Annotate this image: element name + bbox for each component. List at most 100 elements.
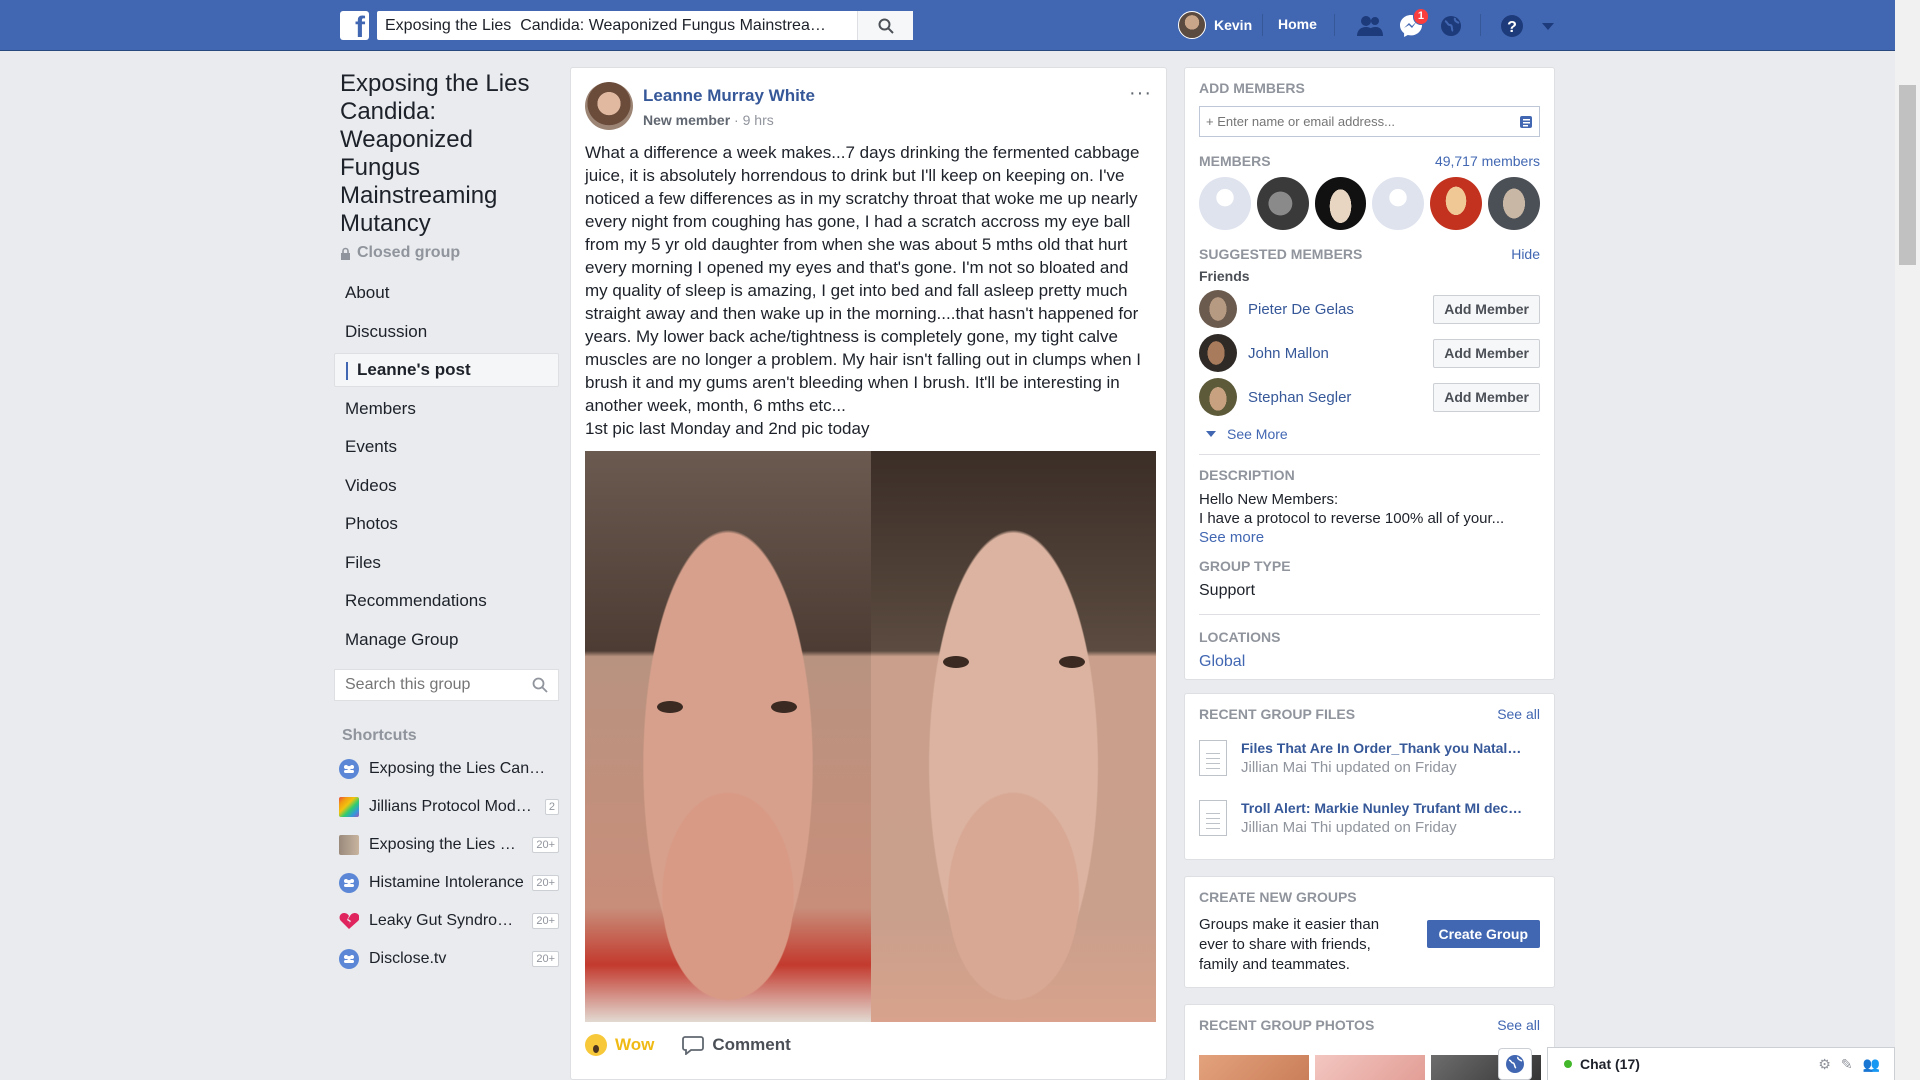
- contacts-book-icon[interactable]: [1519, 115, 1533, 129]
- group-title[interactable]: Exposing the Lies Candida: Weaponized Fu…: [340, 70, 559, 238]
- nav-events[interactable]: Events: [334, 430, 559, 464]
- files-heading: RECENT GROUP FILES: [1199, 706, 1356, 722]
- gear-icon[interactable]: ⚙: [1818, 1056, 1831, 1073]
- photos-see-all-link[interactable]: See all: [1497, 1017, 1540, 1033]
- member-avatar[interactable]: [1372, 177, 1425, 230]
- shortcut-count: 20+: [532, 950, 559, 967]
- member-avatar[interactable]: [1256, 177, 1309, 230]
- suggested-avatar[interactable]: [1199, 334, 1237, 372]
- create-group-button[interactable]: Create Group: [1426, 920, 1540, 948]
- hide-suggested-link[interactable]: Hide: [1511, 246, 1540, 262]
- group-photo-thumbnail[interactable]: [1199, 1055, 1309, 1080]
- suggested-avatar[interactable]: [1199, 290, 1237, 328]
- shortcut-item[interactable]: Histamine Intolerance 20+: [339, 869, 559, 897]
- post-photos: [585, 451, 1156, 1022]
- file-item[interactable]: Troll Alert: Markie Nunley Trufant MI de…: [1199, 800, 1540, 836]
- shortcut-count: 20+: [532, 836, 559, 853]
- post-author-block: Leanne Murray White New member · 9 hrs: [643, 82, 815, 130]
- friend-requests-icon[interactable]: [1356, 12, 1384, 40]
- member-avatar[interactable]: [1430, 177, 1483, 230]
- post-timestamp[interactable]: 9 hrs: [743, 112, 774, 128]
- add-members-input[interactable]: [1206, 114, 1506, 129]
- notifications-globe-icon[interactable]: [1437, 12, 1465, 40]
- post-header: Leanne Murray White New member · 9 hrs: [585, 82, 815, 130]
- suggested-name[interactable]: Stephan Segler: [1248, 389, 1351, 406]
- shortcut-item[interactable]: Jillians Protocol Mod… 2: [339, 793, 559, 821]
- post-photo-before[interactable]: [585, 451, 871, 1022]
- members-heading: MEMBERS: [1199, 153, 1271, 169]
- section-divider: [1199, 614, 1540, 615]
- nav-files[interactable]: Files: [334, 546, 559, 580]
- author-meta: New member · 9 hrs: [643, 112, 774, 128]
- account-menu-chevron-icon[interactable]: [1534, 12, 1562, 40]
- language-globe-button[interactable]: [1498, 1048, 1532, 1080]
- lock-icon: [341, 247, 350, 260]
- nav-current-post[interactable]: Leanne's post: [334, 353, 559, 387]
- file-title[interactable]: Files That Are In Order_Thank you Natal…: [1241, 740, 1531, 756]
- nav-divider: [1262, 14, 1263, 36]
- photo-detail: [771, 701, 797, 713]
- group-type-heading: GROUP TYPE: [1199, 558, 1291, 574]
- document-icon: [1199, 800, 1227, 836]
- nav-videos[interactable]: Videos: [334, 469, 559, 503]
- search-icon[interactable]: [532, 677, 548, 693]
- chat-sidebar-toggle[interactable]: Chat (17) ⚙ ✎ 👥: [1547, 1047, 1895, 1080]
- members-header: MEMBERS 49,717 members: [1199, 153, 1540, 169]
- page-scrollbar[interactable]: [1895, 0, 1920, 1080]
- suggested-member-row: Pieter De Gelas Add Member: [1199, 290, 1540, 328]
- add-member-button[interactable]: Add Member: [1433, 294, 1540, 324]
- shortcut-item[interactable]: Exposing the Lies … 20+: [339, 831, 559, 859]
- wow-reaction-button[interactable]: Wow: [585, 1034, 654, 1056]
- global-search-input[interactable]: [377, 11, 857, 40]
- nav-about[interactable]: About: [334, 276, 559, 310]
- file-item[interactable]: Files That Are In Order_Thank you Natal……: [1199, 740, 1540, 776]
- location-link[interactable]: Global: [1199, 653, 1540, 671]
- nav-manage-group[interactable]: Manage Group: [334, 623, 559, 657]
- author-name[interactable]: Leanne Murray White: [643, 86, 815, 106]
- member-avatar[interactable]: [1488, 177, 1540, 230]
- group-icon: [339, 872, 359, 893]
- members-count-link[interactable]: 49,717 members: [1435, 153, 1540, 169]
- nav-discussion[interactable]: Discussion: [334, 315, 559, 349]
- nav-recommendations[interactable]: Recommendations: [334, 584, 559, 618]
- suggested-name[interactable]: John Mallon: [1248, 345, 1329, 362]
- home-link[interactable]: Home: [1278, 16, 1317, 32]
- messenger-icon[interactable]: 1: [1397, 8, 1429, 40]
- file-title[interactable]: Troll Alert: Markie Nunley Trufant MI de…: [1241, 800, 1531, 816]
- post-options-icon[interactable]: ···: [1129, 82, 1152, 105]
- shortcut-item[interactable]: Leaky Gut Syndro… 20+: [339, 907, 559, 935]
- globe-icon: [1506, 1055, 1524, 1073]
- shortcut-count: 20+: [532, 874, 559, 891]
- compose-icon[interactable]: ✎: [1841, 1056, 1853, 1073]
- rainbow-icon: [339, 796, 359, 817]
- suggested-name[interactable]: Pieter De Gelas: [1248, 301, 1354, 318]
- help-icon[interactable]: ?: [1498, 12, 1526, 40]
- post-photo-after[interactable]: [870, 451, 1156, 1022]
- broken-heart-icon: [339, 911, 359, 931]
- member-avatar[interactable]: [1199, 177, 1251, 230]
- description-line: I have a protocol to reverse 100% all of…: [1199, 510, 1505, 527]
- facebook-logo-icon[interactable]: f: [340, 11, 369, 40]
- add-member-button[interactable]: Add Member: [1433, 338, 1540, 368]
- description-see-more-link[interactable]: See more: [1199, 529, 1540, 546]
- shortcut-item[interactable]: Exposing the Lies Cand…: [339, 755, 559, 783]
- member-avatar[interactable]: [1314, 177, 1367, 230]
- files-see-all-link[interactable]: See all: [1497, 706, 1540, 722]
- nav-photos[interactable]: Photos: [334, 507, 559, 541]
- group-photo-thumbnail[interactable]: [1315, 1055, 1425, 1080]
- see-more-suggested[interactable]: See More: [1199, 426, 1540, 442]
- search-button[interactable]: [857, 11, 913, 40]
- profile-link[interactable]: Kevin: [1178, 11, 1252, 39]
- add-member-button[interactable]: Add Member: [1433, 382, 1540, 412]
- comment-button[interactable]: Comment: [682, 1035, 791, 1055]
- nav-members[interactable]: Members: [334, 392, 559, 426]
- suggested-avatar[interactable]: [1199, 378, 1237, 416]
- scrollbar-thumb[interactable]: [1899, 85, 1916, 265]
- post-card: Leanne Murray White New member · 9 hrs ·…: [570, 67, 1167, 1080]
- new-group-chat-icon[interactable]: 👥: [1863, 1056, 1880, 1073]
- chat-tools: ⚙ ✎ 👥: [1818, 1056, 1880, 1073]
- suggested-member-row: John Mallon Add Member: [1199, 334, 1540, 372]
- shortcut-item[interactable]: Disclose.tv 20+: [339, 945, 559, 973]
- group-search-input[interactable]: [345, 675, 515, 694]
- author-avatar[interactable]: [585, 82, 633, 130]
